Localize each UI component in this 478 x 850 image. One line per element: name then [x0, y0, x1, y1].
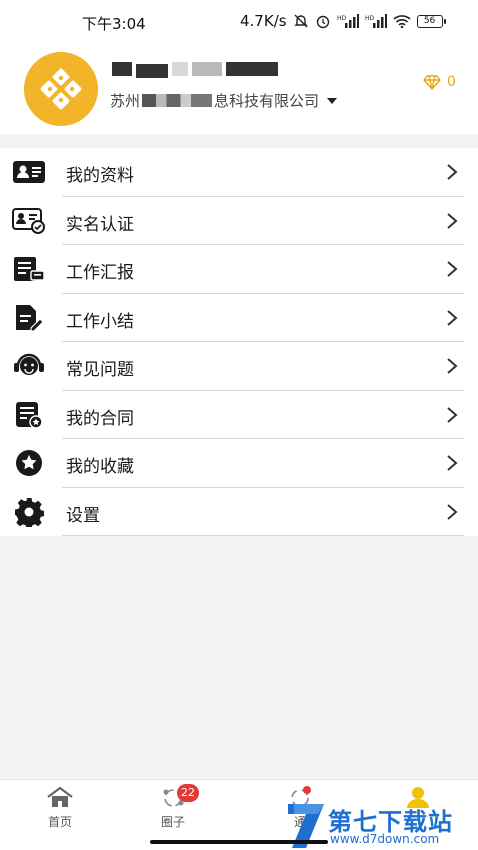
tab-label: 首页	[47, 815, 72, 829]
menu-label: 设置	[66, 505, 100, 526]
diamond-balance[interactable]: 0	[423, 74, 456, 90]
watermark-url: www.d7down.com	[330, 832, 440, 846]
contract-icon	[12, 400, 46, 430]
user-name-redacted	[112, 62, 278, 78]
menu-label: 我的资料	[66, 166, 134, 186]
diamond-icon	[423, 74, 441, 90]
notification-badge: 22	[177, 784, 199, 802]
id-card-icon	[12, 157, 46, 187]
menu-label: 我的合同	[66, 408, 134, 429]
menu-label: 我的收藏	[66, 457, 134, 477]
company-logo-icon	[24, 52, 98, 126]
svg-text:HD: HD	[365, 15, 375, 22]
battery-indicator: 56	[416, 14, 446, 28]
chevron-right-icon	[447, 455, 458, 471]
diamond-count: 0	[447, 74, 456, 90]
menu-item-faq[interactable]: 常见问题	[0, 342, 478, 391]
company-name-redacted	[142, 94, 213, 107]
chevron-right-icon	[447, 406, 458, 423]
menu-list: 我的资料 实名认证 工作汇报 工作小结 常见问题 我的合同 我的收藏 设置	[0, 148, 478, 536]
svg-text:HD: HD	[337, 15, 347, 22]
gear-icon	[12, 497, 46, 527]
status-icons: 4.7K/s HD HD 56	[240, 12, 446, 30]
menu-label: 常见问题	[66, 360, 134, 380]
mute-icon	[293, 14, 308, 28]
star-icon	[12, 448, 46, 478]
chevron-right-icon	[447, 309, 458, 326]
menu-item-favorites[interactable]: 我的收藏	[0, 439, 478, 488]
home-icon	[47, 786, 73, 807]
caret-down-icon	[327, 97, 338, 104]
tab-circle[interactable]: 22 圈子	[143, 784, 203, 830]
company-selector[interactable]: 苏州 息科技有限公司	[110, 90, 338, 111]
work-report-icon	[12, 254, 46, 284]
company-name-prefix: 苏州	[110, 92, 141, 110]
menu-item-work-summary[interactable]: 工作小结	[0, 294, 478, 342]
company-name-suffix: 息科技有限公司	[214, 92, 320, 110]
home-indicator[interactable]	[150, 840, 328, 844]
profile-header[interactable]: 苏州 息科技有限公司 0	[0, 44, 478, 134]
status-time: 下午3:04	[82, 15, 146, 33]
customer-service-icon	[12, 351, 46, 381]
wifi-icon	[393, 15, 411, 28]
chevron-right-icon	[447, 212, 458, 229]
chevron-right-icon	[447, 261, 458, 277]
chevron-right-icon	[447, 164, 458, 180]
signal-icon-2: HD	[365, 14, 387, 28]
document-edit-icon	[12, 303, 46, 333]
tab-home[interactable]: 首页	[30, 786, 90, 830]
verified-id-icon	[12, 206, 46, 236]
menu-item-verification[interactable]: 实名认证	[0, 197, 478, 245]
menu-item-profile[interactable]: 我的资料	[0, 148, 478, 197]
menu-label: 实名认证	[66, 214, 134, 235]
signal-icon: HD	[337, 14, 359, 28]
network-speed: 4.7K/s	[240, 12, 287, 30]
tab-label: 圈子	[160, 815, 185, 829]
chevron-right-icon	[447, 503, 458, 520]
divider	[62, 535, 464, 536]
avatar[interactable]	[24, 52, 98, 126]
chevron-right-icon	[447, 358, 458, 374]
menu-label: 工作汇报	[66, 263, 134, 283]
menu-item-settings[interactable]: 设置	[0, 488, 478, 536]
menu-label: 工作小结	[66, 311, 134, 332]
menu-item-contract[interactable]: 我的合同	[0, 391, 478, 439]
menu-item-work-report[interactable]: 工作汇报	[0, 245, 478, 294]
status-bar: 下午3:04 4.7K/s HD HD 56	[0, 0, 478, 44]
alarm-icon	[316, 15, 329, 29]
